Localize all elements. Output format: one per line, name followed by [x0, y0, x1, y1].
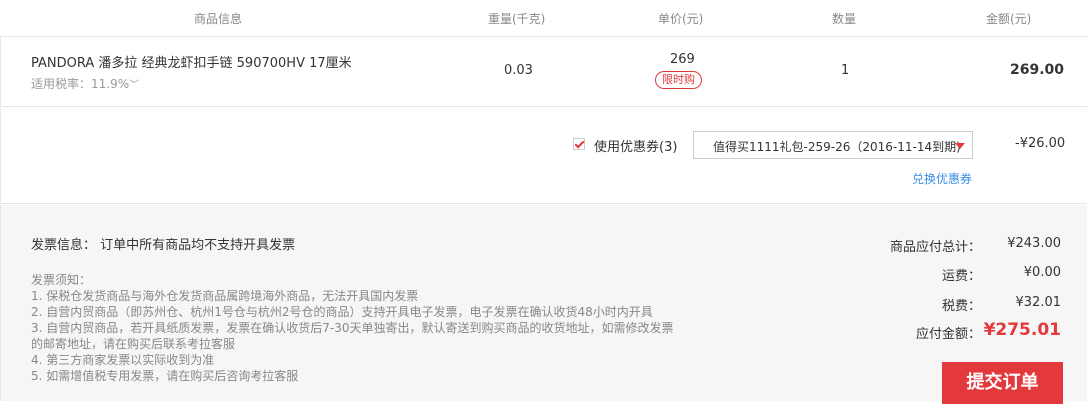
coupon-selected-value: 值得买1111礼包-259-26（2016-11-14到期): [713, 140, 961, 154]
shipping-label: 运费：: [941, 269, 981, 284]
submit-order-button[interactable]: 提交订单: [942, 362, 1063, 404]
checkout-footer: 发票信息： 订单中所有商品均不支持开具发票 发票须知： 1. 保税仓发货商品与海…: [0, 205, 1087, 404]
table-header: 商品信息 重量(千克) 单价(元) 数量 金额(元): [0, 0, 1087, 37]
invoice-note: 3. 自营内贸商品，若开具纸质发票，发票在确认收货后7-30天单独寄出，默认寄送…: [31, 321, 674, 335]
tax-value: ¥32.01: [1015, 295, 1062, 310]
item-amount: 269.00: [1010, 62, 1065, 78]
header-unit-price: 单价(元): [658, 12, 704, 26]
order-item-row: PANDORA 潘多拉 经典龙虾扣手链 590700HV 17厘米 适用税率：1…: [0, 37, 1087, 107]
payable-value: ¥275.01: [983, 320, 1061, 340]
item-weight: 0.03: [504, 63, 533, 78]
coupon-discount: -¥26.00: [1015, 136, 1066, 151]
tax-rate-label: 适用税率：11.9%: [31, 77, 130, 91]
use-coupon-label: 使用优惠券(3): [594, 140, 678, 155]
goods-total-value: ¥243.00: [1007, 236, 1061, 251]
item-quantity: 1: [841, 63, 850, 78]
invoice-note: 4. 第三方商家发票以实际收到为准: [31, 353, 215, 367]
goods-total-label: 商品应付总计：: [889, 240, 981, 255]
limited-time-tag: 限时购: [655, 71, 702, 89]
payable-label: 应付金额：: [915, 327, 981, 342]
header-amount: 金额(元): [986, 12, 1032, 26]
invoice-note: 的邮寄地址，请在购买后联系考拉客服: [31, 337, 236, 351]
invoice-notes: 发票须知： 1. 保税仓发货商品与海外仓发货商品属跨境海外商品，无法开具国内发票…: [31, 272, 691, 384]
coupon-row: 使用优惠券(3) 值得买1111礼包-259-26（2016-11-14到期) …: [0, 108, 1087, 204]
header-quantity: 数量: [832, 12, 857, 26]
tax-label: 税费：: [941, 299, 981, 314]
invoice-notes-title: 发票须知：: [31, 273, 92, 287]
invoice-note: 5. 如需增值税专用发票，请在购买后咨询考拉客服: [31, 369, 299, 383]
shipping-value: ¥0.00: [1023, 265, 1061, 280]
caret-down-icon: [955, 143, 965, 149]
chevron-down-icon: ﹀: [129, 80, 140, 91]
coupon-select[interactable]: 值得买1111礼包-259-26（2016-11-14到期): [693, 131, 973, 159]
item-price: 269: [670, 52, 695, 67]
item-name[interactable]: PANDORA 潘多拉 经典龙虾扣手链 590700HV 17厘米: [31, 52, 352, 71]
use-coupon-checkbox[interactable]: [573, 138, 585, 150]
invoice-info: 发票信息： 订单中所有商品均不支持开具发票: [31, 238, 296, 253]
header-product-info: 商品信息: [194, 12, 243, 26]
header-weight: 重量(千克): [488, 12, 546, 26]
invoice-note: 1. 保税仓发货商品与海外仓发货商品属跨境海外商品，无法开具国内发票: [31, 289, 419, 303]
tax-rate[interactable]: 适用税率：11.9%﹀: [31, 75, 139, 92]
exchange-coupon-link[interactable]: 兑换优惠券: [912, 170, 972, 187]
invoice-note: 2. 自营内贸商品（即苏州仓、杭州1号仓与杭州2号仓的商品）支持开具电子发票，电…: [31, 305, 653, 319]
